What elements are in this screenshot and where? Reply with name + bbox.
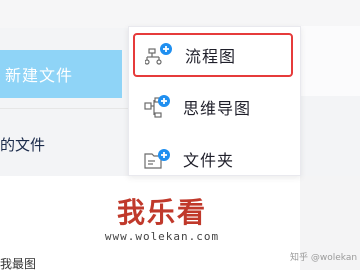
mindmap-add-icon <box>144 95 170 118</box>
corner-watermark: 知乎 @wolekan <box>290 253 358 263</box>
header-area-right <box>300 26 360 96</box>
menu-item-label: 流程图 <box>185 47 237 66</box>
sidebar-divider <box>0 108 128 109</box>
new-file-button[interactable]: 新建文件 <box>0 50 122 98</box>
top-bar <box>0 0 360 28</box>
folder-add-icon <box>144 149 170 169</box>
sidebar-item-my-files[interactable]: 的文件 <box>0 132 120 156</box>
menu-item-label: 思维导图 <box>183 99 252 118</box>
watermark-title: 我乐看 <box>116 196 207 229</box>
menu-item-mindmap[interactable]: 思维导图 <box>133 85 293 129</box>
sidebar-item-label: 的文件 <box>0 135 46 154</box>
flowchart-add-icon <box>145 43 172 65</box>
new-file-dropdown-menu: 流程图 思维导图 文件夹 <box>128 26 301 176</box>
menu-item-flowchart[interactable]: 流程图 <box>133 33 293 77</box>
new-file-button-label: 新建文件 <box>5 66 74 85</box>
sidebar-bottom-fragment: 我最图 <box>0 258 37 270</box>
menu-item-folder[interactable]: 文件夹 <box>133 137 293 181</box>
watermark-url: www.wolekan.com <box>104 230 220 243</box>
menu-item-label: 文件夹 <box>183 151 235 170</box>
watermark: 我乐看 www.wolekan.com <box>92 196 232 256</box>
